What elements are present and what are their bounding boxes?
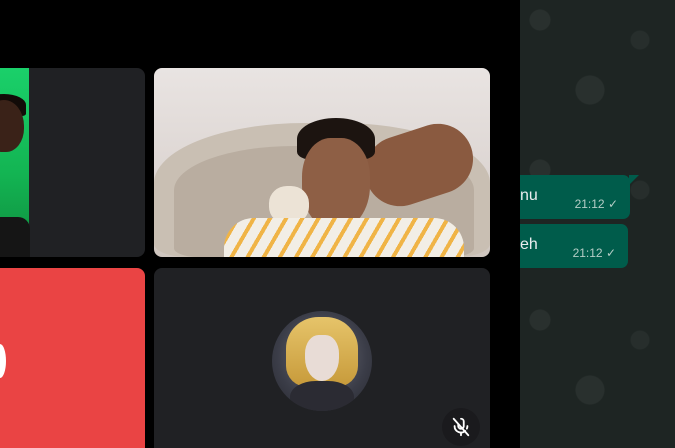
participant-tile-avatar[interactable] — [154, 268, 490, 448]
message-meta: 21:12 ✓ — [575, 197, 618, 211]
participant-tile-red[interactable] — [0, 268, 145, 448]
message-meta: 21:12 ✓ — [573, 246, 616, 260]
participant-video — [0, 68, 30, 257]
chat-panel: nu 21:12 ✓ eh 21:12 ✓ — [520, 0, 675, 448]
outgoing-message-bubble[interactable]: nu 21:12 ✓ — [520, 175, 639, 219]
sent-check-icon: ✓ — [605, 246, 616, 260]
participant-initial-shape — [0, 344, 6, 378]
message-text: nu — [520, 187, 538, 204]
mic-off-icon — [442, 408, 480, 446]
sent-check-icon: ✓ — [607, 197, 618, 211]
participant-tile-main[interactable] — [154, 68, 490, 257]
participant-shirt — [0, 217, 30, 257]
message-text: eh — [520, 236, 538, 253]
video-call-grid — [0, 0, 520, 448]
message-time: 21:12 — [572, 246, 603, 260]
participant-tile-green[interactable] — [0, 68, 145, 257]
avatar-body — [290, 381, 354, 411]
participant-face — [302, 138, 370, 230]
anime-avatar — [272, 311, 372, 411]
participant-shirt — [224, 218, 464, 257]
outgoing-message-bubble[interactable]: eh 21:12 ✓ — [520, 224, 628, 268]
message-time: 21:12 — [574, 197, 605, 211]
avatar-face — [305, 335, 339, 381]
